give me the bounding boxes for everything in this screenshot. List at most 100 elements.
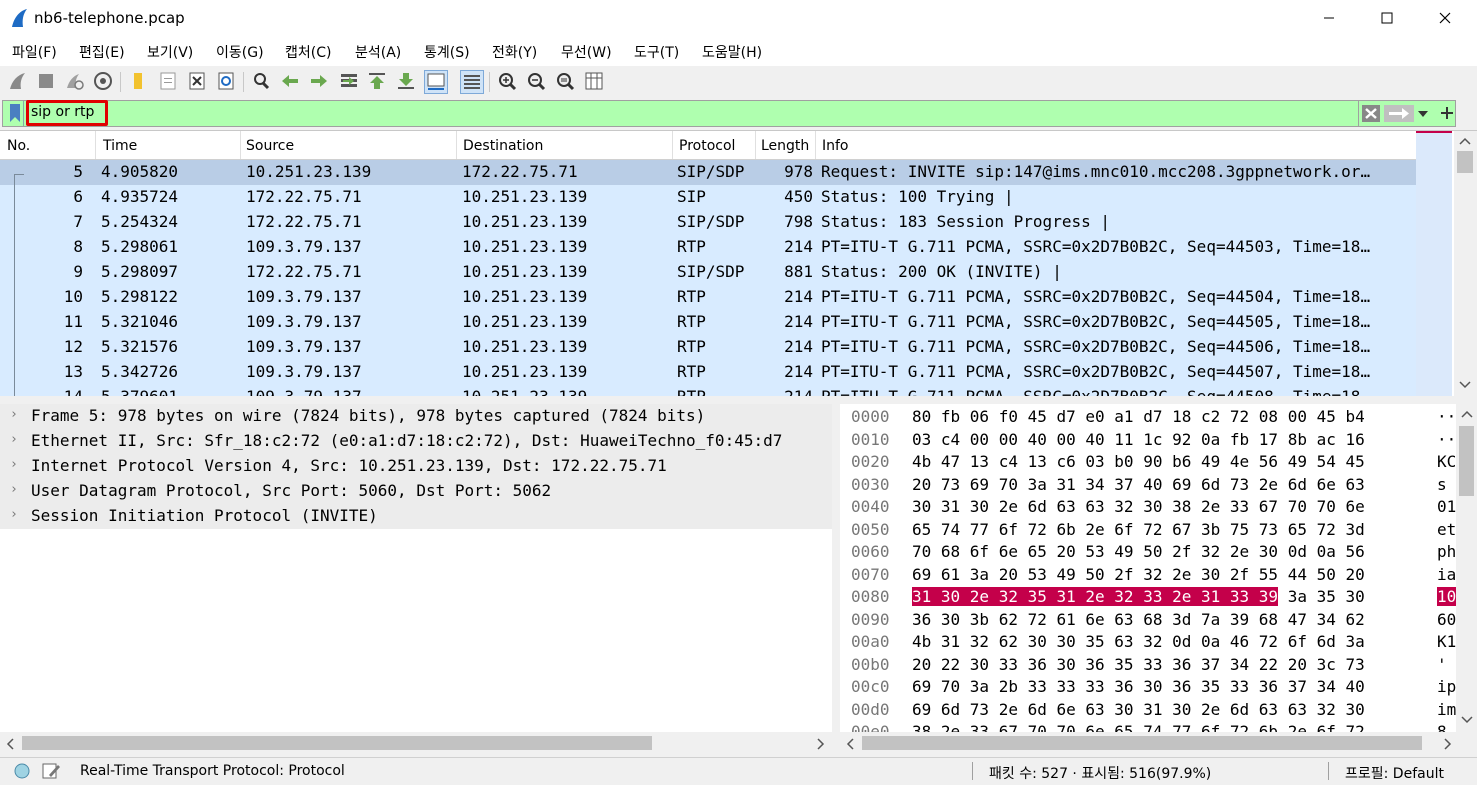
hex-row[interactable]: 0090 36 30 3b 62 72 61 6e 63 68 3d 7a 39 … [840, 609, 1456, 631]
scroll-thumb[interactable] [1459, 426, 1474, 496]
hex-row[interactable]: 0080 31 30 2e 32 35 31 2e 32 33 2e 31 33 … [840, 586, 1456, 608]
minimize-button[interactable] [1306, 0, 1352, 36]
hex-row[interactable]: 00a0 4b 31 32 62 30 30 35 63 32 0d 0a 46 … [840, 631, 1456, 653]
details-tree-item[interactable]: › Ethernet II, Src: Sfr_18:c2:72 (e0:a1:d… [0, 429, 832, 454]
menu-file[interactable]: 파일(F) [12, 42, 57, 62]
autoscroll-icon[interactable] [424, 70, 448, 94]
scroll-left-icon[interactable] [846, 738, 854, 750]
packet-minimap[interactable] [1416, 131, 1452, 397]
reload-file-icon[interactable] [215, 70, 237, 92]
pane-splitter[interactable] [0, 396, 1477, 404]
scroll-thumb[interactable] [22, 736, 652, 750]
expert-info-icon[interactable] [13, 762, 31, 780]
column-no[interactable]: No. [7, 138, 30, 154]
expand-arrow-icon[interactable]: › [10, 432, 18, 447]
zoom-in-icon[interactable] [496, 70, 518, 92]
bookmark-icon[interactable] [9, 104, 21, 122]
column-protocol[interactable]: Protocol [679, 138, 735, 154]
hex-row[interactable]: 0020 4b 47 13 c4 13 c6 03 b0 90 b6 49 4e … [840, 451, 1456, 473]
hex-row[interactable]: 0000 80 fb 06 f0 45 d7 e0 a1 d7 18 c2 72 … [840, 406, 1456, 428]
filter-dropdown-icon[interactable] [1417, 109, 1429, 119]
menu-analyze[interactable]: 분석(A) [355, 42, 401, 62]
menu-go[interactable]: 이동(G) [216, 42, 264, 62]
packet-row[interactable]: 10 5.298122 109.3.79.137 10.251.23.139 RTP 21… [0, 285, 1416, 310]
hex-row[interactable]: 0010 03 c4 00 00 40 00 40 11 1c 92 0a fb … [840, 429, 1456, 451]
close-button[interactable] [1422, 0, 1468, 36]
restart-capture-icon[interactable] [63, 70, 85, 92]
open-file-icon[interactable] [127, 70, 149, 92]
go-to-packet-icon[interactable] [338, 70, 360, 92]
details-hscrollbar[interactable] [0, 732, 832, 754]
add-filter-button-icon[interactable] [1440, 106, 1454, 120]
scroll-up-icon[interactable] [1459, 137, 1471, 145]
go-back-icon[interactable] [279, 70, 301, 92]
scroll-left-icon[interactable] [6, 738, 14, 750]
hex-row[interactable]: 00c0 69 70 3a 2b 33 33 33 36 30 36 35 33 … [840, 676, 1456, 698]
hex-vscrollbar[interactable] [1456, 404, 1477, 732]
save-file-icon[interactable] [157, 70, 179, 92]
packet-row[interactable]: 13 5.342726 109.3.79.137 10.251.23.139 RTP 21… [0, 360, 1416, 385]
hex-row[interactable]: 00e0 38 2e 33 67 70 70 6e 65 74 77 6f 72 … [840, 721, 1456, 732]
hex-row[interactable]: 0070 69 61 3a 20 53 49 50 2f 32 2e 30 2f … [840, 564, 1456, 586]
column-length[interactable]: Length [761, 138, 809, 154]
expand-arrow-icon[interactable]: › [10, 507, 18, 522]
expand-arrow-icon[interactable]: › [10, 482, 18, 497]
zoom-reset-icon[interactable] [554, 70, 576, 92]
scroll-right-icon[interactable] [1444, 738, 1452, 750]
vertical-splitter[interactable] [832, 404, 840, 754]
details-tree-item[interactable]: › Frame 5: 978 bytes on wire (7824 bits),… [0, 404, 832, 429]
packet-list-scrollbar[interactable] [1454, 131, 1477, 397]
details-tree-item[interactable]: › Session Initiation Protocol (INVITE) [0, 504, 832, 529]
hex-hscrollbar[interactable] [840, 732, 1477, 754]
resize-columns-icon[interactable] [583, 70, 605, 92]
packet-row[interactable]: 11 5.321046 109.3.79.137 10.251.23.139 RTP 21… [0, 310, 1416, 335]
find-packet-icon[interactable] [250, 70, 272, 92]
scroll-up-icon[interactable] [1461, 410, 1473, 418]
details-tree-item[interactable]: › Internet Protocol Version 4, Src: 10.25… [0, 454, 832, 479]
scroll-right-icon[interactable] [817, 738, 825, 750]
capture-comment-icon[interactable] [41, 761, 61, 781]
menu-wireless[interactable]: 무선(W) [561, 42, 612, 62]
hex-row[interactable]: 0040 30 31 30 2e 6d 63 63 32 30 38 2e 33 … [840, 496, 1456, 518]
expand-arrow-icon[interactable]: › [10, 407, 18, 422]
first-packet-icon[interactable] [366, 70, 388, 92]
column-source[interactable]: Source [246, 138, 294, 154]
packet-row[interactable]: 12 5.321576 109.3.79.137 10.251.23.139 RTP 21… [0, 335, 1416, 360]
stop-capture-icon[interactable] [35, 70, 57, 92]
menu-tools[interactable]: 도구(T) [634, 42, 679, 62]
maximize-button[interactable] [1364, 0, 1410, 36]
packet-row[interactable]: 7 5.254324 172.22.75.71 10.251.23.139 SIP/SD… [0, 210, 1416, 235]
scroll-thumb[interactable] [1457, 151, 1473, 173]
column-destination[interactable]: Destination [463, 138, 543, 154]
expand-arrow-icon[interactable]: › [10, 457, 18, 472]
menu-statistics[interactable]: 통계(S) [424, 42, 470, 62]
hex-row[interactable]: 0050 65 74 77 6f 72 6b 2e 6f 72 67 3b 75 … [840, 519, 1456, 541]
column-time[interactable]: Time [103, 138, 137, 154]
packet-row[interactable]: 8 5.298061 109.3.79.137 10.251.23.139 RTP 214… [0, 235, 1416, 260]
packet-row[interactable]: 6 4.935724 172.22.75.71 10.251.23.139 SIP 450… [0, 185, 1416, 210]
details-tree-item[interactable]: › User Datagram Protocol, Src Port: 5060,… [0, 479, 832, 504]
hex-row[interactable]: 0030 20 73 69 70 3a 31 34 37 40 69 6d 73 … [840, 474, 1456, 496]
menu-help[interactable]: 도움말(H) [702, 42, 762, 62]
scroll-thumb[interactable] [862, 736, 1422, 750]
zoom-out-icon[interactable] [525, 70, 547, 92]
colorize-icon[interactable] [460, 70, 484, 94]
menu-view[interactable]: 보기(V) [147, 42, 193, 62]
apply-filter-icon[interactable] [1384, 105, 1414, 122]
last-packet-icon[interactable] [395, 70, 417, 92]
go-forward-icon[interactable] [308, 70, 330, 92]
menu-edit[interactable]: 편집(E) [79, 42, 125, 62]
start-capture-icon[interactable] [7, 70, 29, 92]
packet-row[interactable]: 9 5.298097 172.22.75.71 10.251.23.139 SIP/SD… [0, 260, 1416, 285]
hex-row[interactable]: 00d0 69 6d 73 2e 6d 6e 63 30 31 30 2e 6d … [840, 699, 1456, 721]
menu-telephony[interactable]: 전화(Y) [492, 42, 537, 62]
hex-row[interactable]: 0060 70 68 6f 6e 65 20 53 49 50 2f 32 2e … [840, 541, 1456, 563]
status-profile[interactable]: 프로필: Default [1345, 763, 1444, 783]
packet-row[interactable]: 5 4.905820 10.251.23.139 172.22.75.71 SIP/SD… [0, 160, 1416, 185]
column-info[interactable]: Info [822, 138, 849, 154]
clear-filter-icon[interactable] [1362, 105, 1380, 122]
close-file-icon[interactable] [186, 70, 208, 92]
scroll-down-icon[interactable] [1461, 716, 1473, 724]
menu-capture[interactable]: 캡처(C) [285, 42, 331, 62]
scroll-down-icon[interactable] [1459, 381, 1471, 389]
